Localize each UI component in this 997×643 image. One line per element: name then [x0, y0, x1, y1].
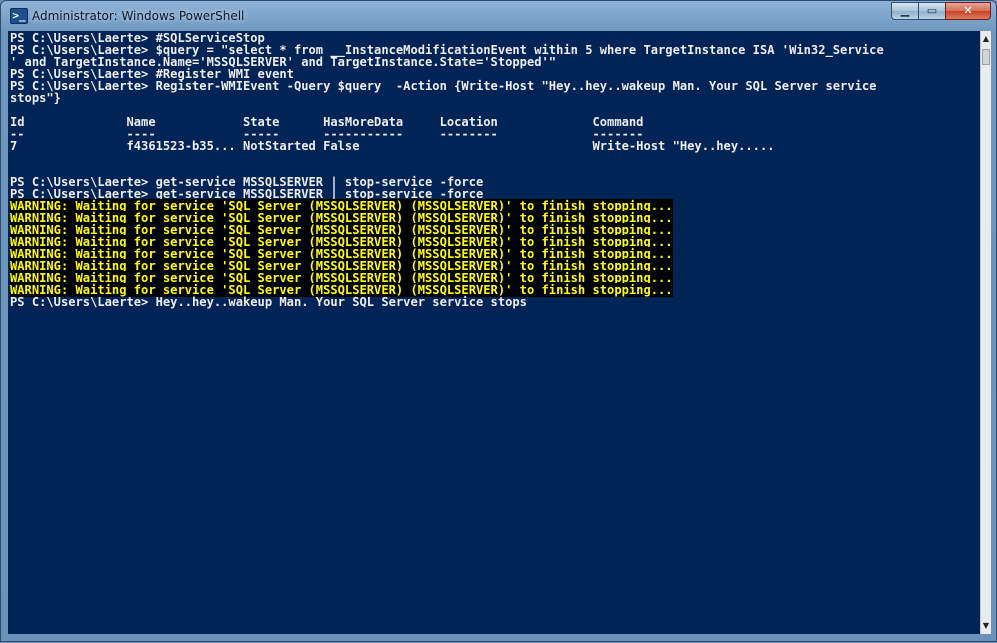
console-line-text: PS C:\Users\Laerte> Hey..hey..wakeup Man… — [10, 295, 527, 309]
console-line: stops"} — [10, 92, 980, 104]
minimize-button[interactable]: ▁ — [891, 2, 918, 20]
powershell-window: >_ Administrator: Windows PowerShell ▁ ▭… — [0, 0, 997, 642]
window-title: Administrator: Windows PowerShell — [32, 9, 245, 23]
scroll-up-arrow-icon[interactable]: ▲ — [981, 31, 991, 47]
console-lines: PS C:\Users\Laerte> #SQLServiceStop PS C:… — [10, 32, 980, 308]
scroll-thumb[interactable] — [982, 49, 990, 65]
window-controls: ▁ ▭ ✕ — [891, 2, 991, 21]
console-line-text: 7 f4361523-b35... NotStarted False Write… — [10, 139, 775, 153]
console-line: 7 f4361523-b35... NotStarted False Write… — [10, 140, 980, 152]
console-output[interactable]: PS C:\Users\Laerte> #SQLServiceStop PS C:… — [8, 31, 980, 634]
console-line: PS C:\Users\Laerte> Hey..hey..wakeup Man… — [10, 296, 980, 308]
console-line-text: PS C:\Users\Laerte> Register-WMIEvent -Q… — [10, 79, 877, 93]
scroll-down-arrow-icon[interactable]: ▼ — [981, 618, 991, 634]
console-line: PS C:\Users\Laerte> Register-WMIEvent -Q… — [10, 80, 980, 92]
console-line-text: stops"} — [10, 91, 61, 105]
vertical-scrollbar[interactable]: ▲ ▼ — [980, 31, 991, 634]
powershell-icon[interactable]: >_ — [10, 8, 28, 24]
close-button[interactable]: ✕ — [945, 2, 991, 20]
maximize-button[interactable]: ▭ — [918, 2, 945, 20]
title-bar[interactable]: >_ Administrator: Windows PowerShell ▁ ▭… — [1, 1, 996, 31]
